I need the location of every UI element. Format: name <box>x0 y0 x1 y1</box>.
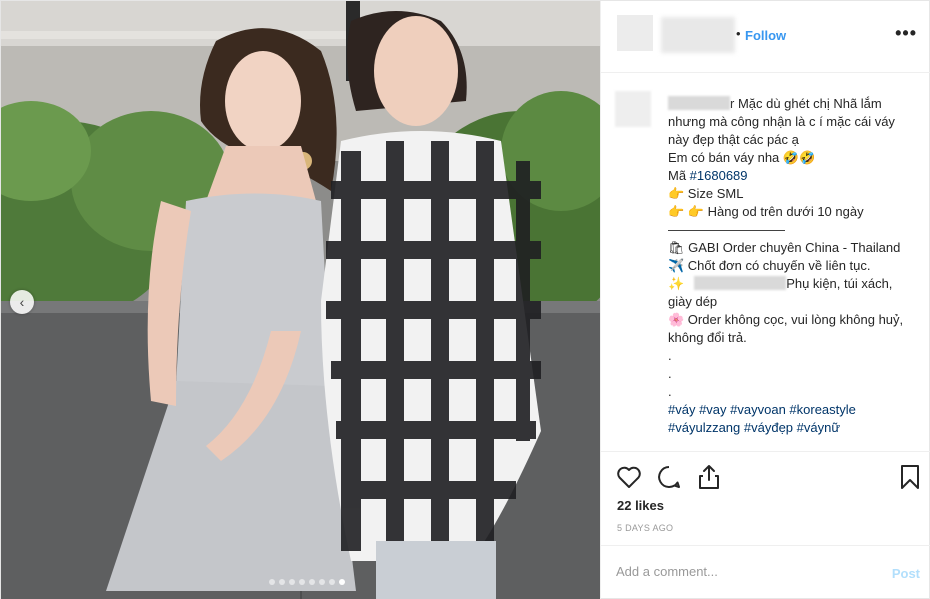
caption-dot: . <box>668 366 672 381</box>
caption-text: r Mặc dù ghét chị Nhã lắm nhưng mà công … <box>668 95 908 437</box>
hashtag-list[interactable]: #váy #vay #vayvoan #koreastyle <box>668 401 908 419</box>
carousel-dot <box>289 579 295 585</box>
carousel-dot <box>269 579 275 585</box>
post-header: • Follow ••• <box>601 1 930 73</box>
post-sidebar: • Follow ••• r Mặc dù ghét chị Nhã lắm n… <box>600 1 930 599</box>
caption-dot: . <box>668 348 672 363</box>
caption-username-redacted[interactable] <box>668 96 730 110</box>
post-comment-button[interactable]: Post <box>892 566 920 581</box>
comment-box: Post <box>601 545 930 599</box>
instagram-post: ‹ • Follow ••• r Mặc dù ghét chị Nhã lắm… <box>0 0 930 599</box>
carousel-dot <box>319 579 325 585</box>
username-redacted[interactable] <box>661 17 735 53</box>
more-options-icon[interactable]: ••• <box>895 23 917 44</box>
likes-count[interactable]: 22 likes <box>617 498 664 513</box>
carousel-dot-active <box>339 579 345 585</box>
header-separator: • <box>736 26 741 41</box>
carousel-dot <box>329 579 335 585</box>
caption-line: ✈️ Chốt đơn có chuyến về liên tục. <box>668 258 871 273</box>
post-actions: 22 likes 5 DAYS AGO <box>601 451 930 545</box>
caption-line: 👉 Size SML <box>668 186 744 201</box>
caption-line: Em có bán váy nha 🤣🤣 <box>668 150 816 165</box>
carousel-dots <box>269 579 345 585</box>
share-icon[interactable] <box>695 463 723 491</box>
caption-line: Mã <box>668 168 690 183</box>
caption-line: 👉 👉 Hàng od trên dưới 10 ngày <box>668 204 864 219</box>
carousel-dot <box>279 579 285 585</box>
caption-line: 🌸 Order không cọc, vui lòng không huỷ, k… <box>668 312 904 345</box>
photo-illustration <box>1 1 600 599</box>
comment-input[interactable] <box>616 564 866 579</box>
mention-redacted[interactable] <box>694 276 787 290</box>
sparkle-icon: ✨ <box>668 276 685 291</box>
caption-divider: ————————— <box>668 222 785 237</box>
follow-button[interactable]: Follow <box>745 28 786 43</box>
post-photo[interactable]: ‹ <box>1 1 600 599</box>
comment-icon[interactable] <box>655 463 683 491</box>
bookmark-icon[interactable] <box>896 463 924 491</box>
caption-dot: . <box>668 384 672 399</box>
caption-line: 🛍 GABI Order chuyên China - Thailand <box>668 240 901 255</box>
carousel-dot <box>299 579 305 585</box>
caption-avatar[interactable] <box>615 91 651 127</box>
heart-icon[interactable] <box>615 463 643 491</box>
carousel-dot <box>309 579 315 585</box>
carousel-prev-button[interactable]: ‹ <box>10 290 34 314</box>
hashtag-list[interactable]: #váyulzzang #váyđẹp #váynữ <box>668 419 908 437</box>
hashtag-link[interactable]: #1680689 <box>690 168 748 183</box>
caption-area: r Mặc dù ghét chị Nhã lắm nhưng mà công … <box>601 89 930 451</box>
avatar[interactable] <box>617 15 653 51</box>
post-timestamp[interactable]: 5 DAYS AGO <box>617 523 673 533</box>
